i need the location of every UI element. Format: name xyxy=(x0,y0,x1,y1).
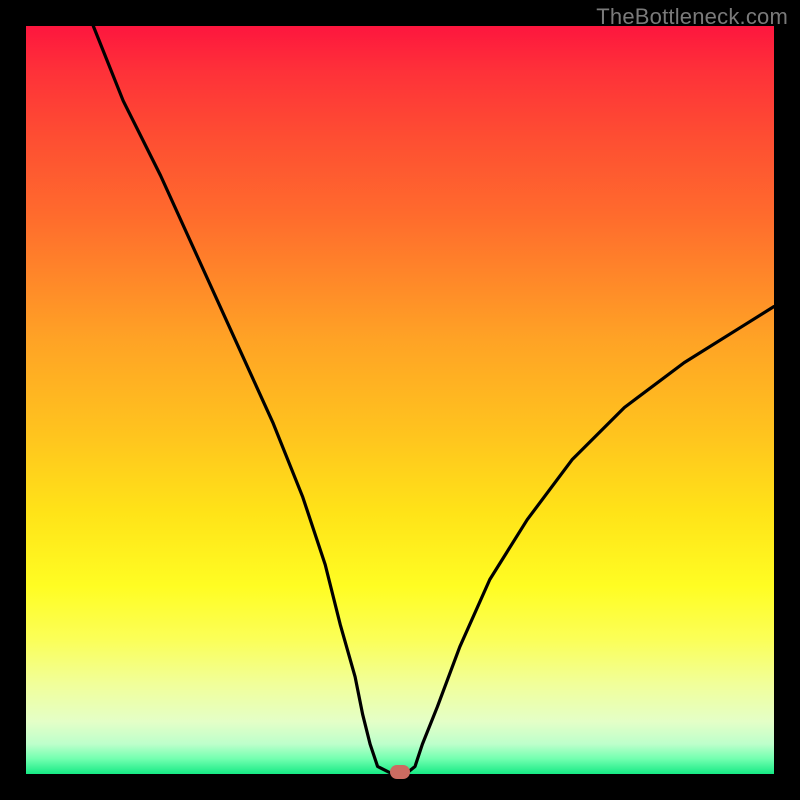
plot-area xyxy=(26,26,774,774)
watermark-text: TheBottleneck.com xyxy=(596,4,788,30)
optimal-point-marker xyxy=(390,765,410,779)
bottleneck-curve xyxy=(26,26,774,774)
chart-frame: TheBottleneck.com xyxy=(0,0,800,800)
